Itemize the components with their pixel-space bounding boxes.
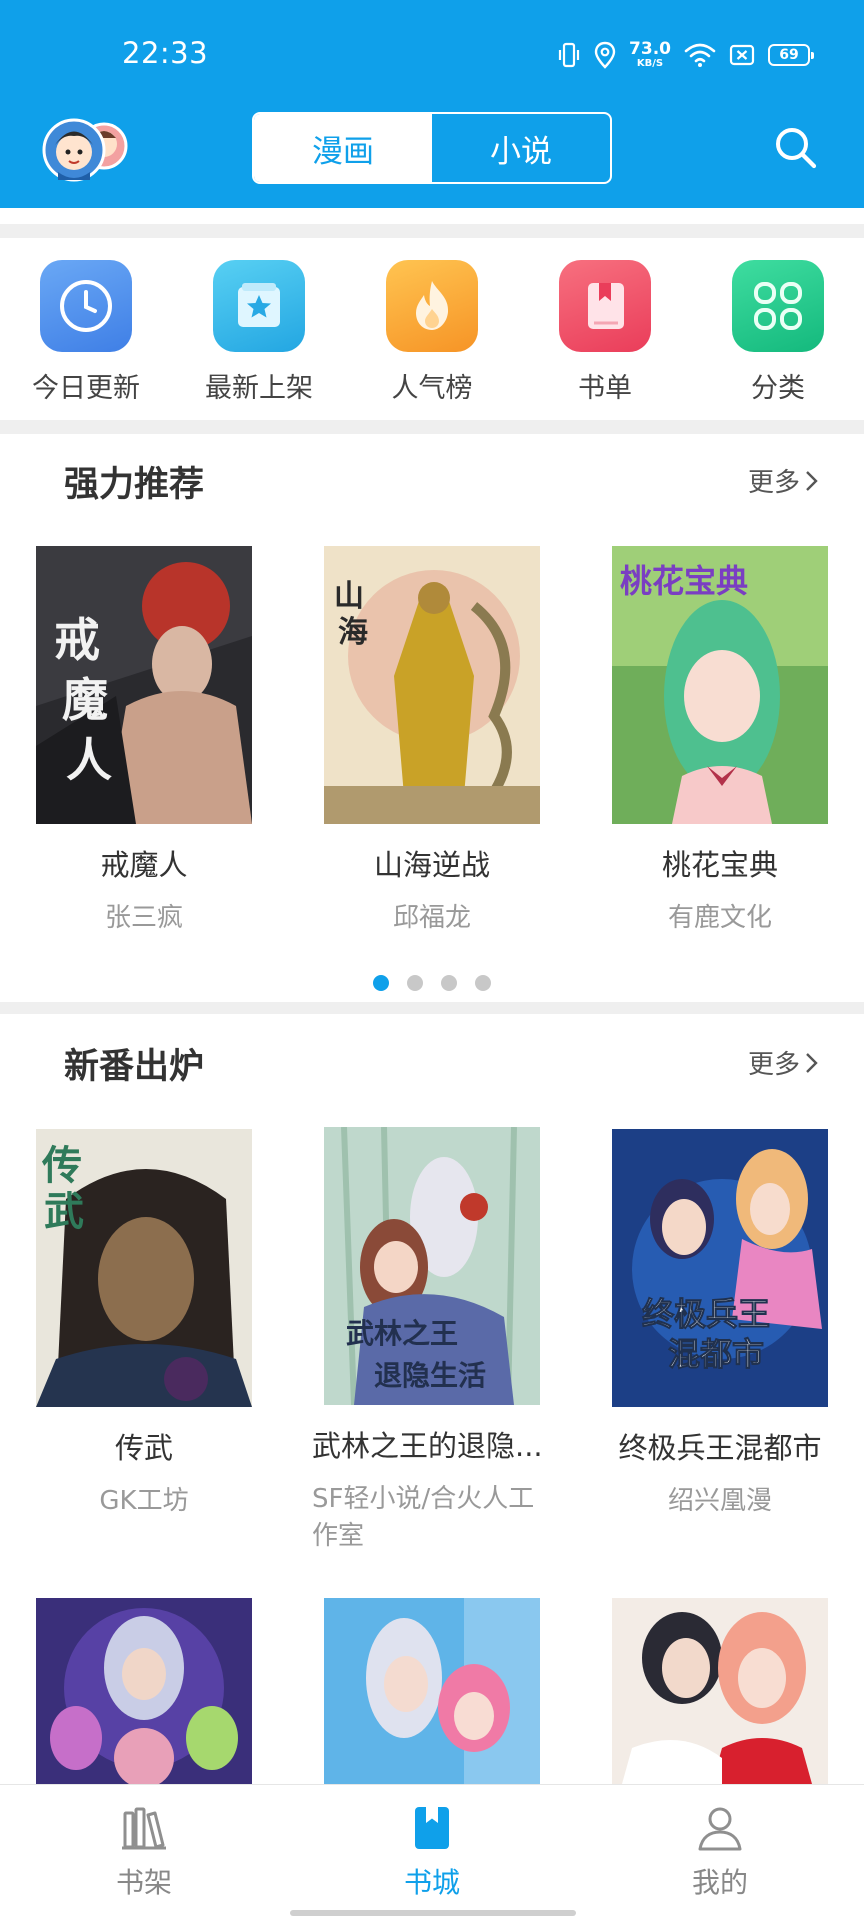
- nav-bookstore[interactable]: 书城: [352, 1803, 512, 1901]
- user-icon: [698, 1807, 742, 1851]
- content-type-switch: 漫画 小说: [252, 112, 612, 184]
- nav-profile[interactable]: 我的: [640, 1803, 800, 1901]
- battery-indicator: 69: [768, 44, 814, 66]
- book-author: 有鹿文化: [667, 903, 772, 933]
- book-cover: 传 武: [36, 1129, 252, 1407]
- bookstore-icon: [415, 1807, 449, 1849]
- status-time: 22:33: [122, 36, 209, 70]
- book-cover[interactable]: [36, 1598, 252, 1784]
- chevron-right-icon: [806, 1052, 818, 1073]
- nav-bookshelf[interactable]: 书架: [64, 1803, 224, 1901]
- carousel-indicator: [0, 975, 864, 991]
- svg-text:戒: 戒: [54, 613, 100, 667]
- svg-text:魔: 魔: [62, 673, 108, 727]
- book-card[interactable]: 传 武 传武 GK工坊: [36, 1129, 252, 1520]
- nav-label: 书架: [115, 1866, 172, 1899]
- app-header: 22:33 73.0 KB/S 69 漫画 小说: [0, 0, 864, 208]
- bookshelf-icon: [122, 1807, 166, 1850]
- tab-novels[interactable]: 小说: [432, 114, 610, 182]
- book-title: 戒魔人: [100, 848, 188, 882]
- section-title-recommend: 强力推荐: [64, 465, 205, 505]
- svg-text:武: 武: [44, 1188, 84, 1235]
- quick-link-label: 人气榜: [391, 373, 473, 404]
- book-title: 桃花宝典: [661, 848, 778, 882]
- bottom-navigation: 书架 书城 我的: [0, 1784, 864, 1920]
- quick-link-label: 今日更新: [32, 373, 140, 404]
- divider: [0, 1002, 864, 1014]
- svg-text:武林之王: 武林之王: [346, 1317, 458, 1350]
- book-card[interactable]: 戒 魔 人 戒魔人 张三疯: [36, 546, 252, 937]
- vibrate-icon: [558, 42, 580, 68]
- carousel-dot[interactable]: [441, 975, 457, 991]
- quick-categories[interactable]: 分类: [703, 260, 853, 405]
- book-cover: 桃花宝典: [612, 546, 828, 824]
- book-author: GK工坊: [99, 1486, 189, 1516]
- book-author: 邱福龙: [392, 903, 471, 933]
- grid-icon: [732, 260, 824, 352]
- book-bookmark-icon: [559, 260, 651, 352]
- svg-text:山: 山: [334, 579, 364, 614]
- divider: [0, 420, 864, 434]
- book-cover: 终极兵王 混都市: [612, 1129, 828, 1407]
- nav-label: 我的: [691, 1866, 748, 1899]
- new-releases-more-link[interactable]: 更多: [748, 1044, 820, 1081]
- status-icons: 73.0 KB/S 69: [557, 38, 814, 72]
- wifi-icon: [684, 43, 716, 67]
- divider: [0, 224, 864, 238]
- flame-icon: [386, 260, 478, 352]
- quick-today-updates[interactable]: 今日更新: [11, 260, 161, 405]
- svg-text:海: 海: [338, 615, 368, 650]
- avatar[interactable]: [36, 112, 132, 188]
- quick-link-label: 分类: [751, 373, 805, 404]
- carousel-dot[interactable]: [407, 975, 423, 991]
- chevron-right-icon: [806, 470, 818, 491]
- book-card[interactable]: 终极兵王 混都市 终极兵王混都市 绍兴凰漫: [612, 1129, 828, 1520]
- book-cover: 武林之王 退隐生活: [324, 1127, 540, 1405]
- book-cover[interactable]: [324, 1598, 540, 1784]
- more-label: 更多: [747, 468, 800, 498]
- recommend-more-link[interactable]: 更多: [748, 462, 820, 499]
- svg-text:退隐生活: 退隐生活: [374, 1359, 486, 1392]
- book-card[interactable]: 山 海 山海逆战 邱福龙: [324, 546, 540, 937]
- book-card[interactable]: 武林之王 退隐生活 武林之王的退隐... SF轻小说/合火人工作室: [312, 1127, 552, 1555]
- quick-popular-ranking[interactable]: 人气榜: [357, 260, 507, 405]
- sim-off-icon: [729, 44, 755, 66]
- clock-icon: [40, 260, 132, 352]
- more-label: 更多: [747, 1050, 800, 1080]
- network-speed: 73.0 KB/S: [629, 39, 671, 69]
- book-cover: 戒 魔 人: [36, 546, 252, 824]
- quick-link-label: 书单: [578, 373, 632, 404]
- svg-text:传: 传: [41, 1142, 82, 1189]
- book-title: 山海逆战: [373, 848, 490, 882]
- carousel-dot[interactable]: [373, 975, 389, 991]
- book-title: 武林之王的退隐...: [312, 1429, 543, 1463]
- book-card[interactable]: 桃花宝典 桃花宝典 有鹿文化: [612, 546, 828, 937]
- section-title-new-releases: 新番出炉: [64, 1047, 205, 1087]
- svg-text:终极兵王: 终极兵王: [642, 1295, 770, 1333]
- star-box-icon: [213, 260, 305, 352]
- book-title: 传武: [114, 1431, 173, 1465]
- quick-new-arrivals[interactable]: 最新上架: [184, 260, 334, 405]
- location-icon: [594, 41, 616, 69]
- carousel-dot[interactable]: [475, 975, 491, 991]
- book-cover[interactable]: [612, 1598, 828, 1784]
- nav-label: 书城: [403, 1866, 460, 1899]
- book-author: 张三疯: [104, 903, 183, 933]
- quick-links: 今日更新 最新上架 人气榜 书单 分类: [0, 240, 864, 420]
- home-indicator[interactable]: [290, 1910, 576, 1916]
- svg-text:混都市: 混都市: [668, 1335, 764, 1373]
- book-author: 绍兴凰漫: [667, 1486, 772, 1516]
- quick-link-label: 最新上架: [205, 373, 313, 404]
- book-cover: 山 海: [324, 546, 540, 824]
- quick-book-lists[interactable]: 书单: [530, 260, 680, 405]
- svg-text:人: 人: [66, 733, 112, 787]
- svg-text:桃花宝典: 桃花宝典: [620, 562, 748, 600]
- search-icon[interactable]: [772, 124, 818, 170]
- tab-comics[interactable]: 漫画: [254, 114, 432, 182]
- book-author: SF轻小说/合火人工作室: [312, 1484, 535, 1551]
- book-title: 终极兵王混都市: [618, 1431, 822, 1465]
